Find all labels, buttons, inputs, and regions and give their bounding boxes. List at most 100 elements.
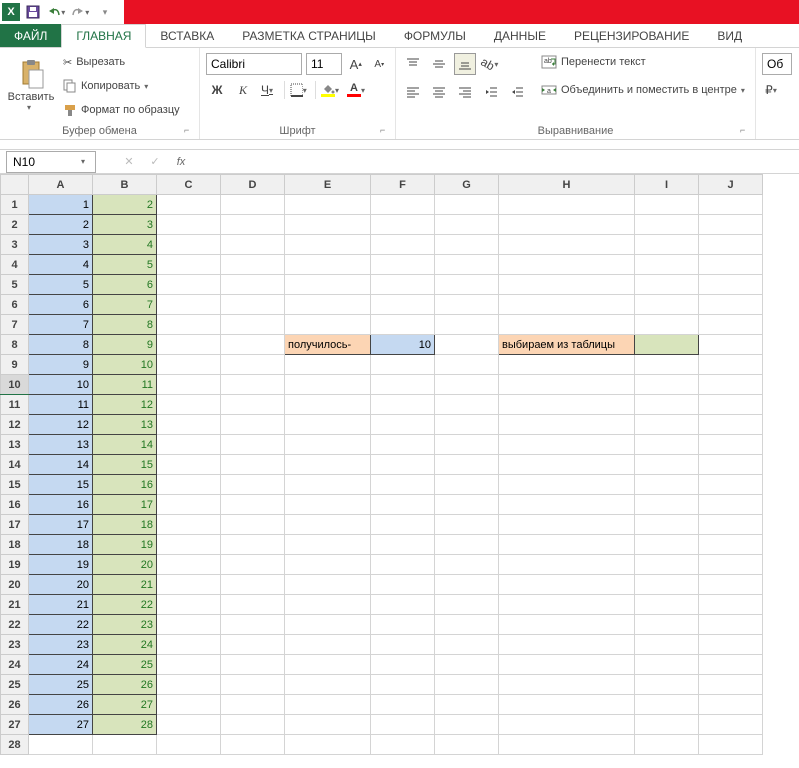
- row-header-25[interactable]: 25: [1, 675, 29, 695]
- tab-insert[interactable]: ВСТАВКА: [146, 24, 228, 47]
- cell-H13[interactable]: [499, 435, 635, 455]
- column-header-A[interactable]: A: [29, 175, 93, 195]
- cell-A14[interactable]: 14: [29, 455, 93, 475]
- cell-C17[interactable]: [157, 515, 221, 535]
- cell-A3[interactable]: 3: [29, 235, 93, 255]
- cell-J23[interactable]: [699, 635, 763, 655]
- cell-B7[interactable]: 8: [93, 315, 157, 335]
- cell-D12[interactable]: [221, 415, 285, 435]
- cell-G9[interactable]: [435, 355, 499, 375]
- cell-G27[interactable]: [435, 715, 499, 735]
- paste-button[interactable]: Вставить ▾: [6, 51, 56, 119]
- save-button[interactable]: [22, 1, 44, 23]
- cell-J24[interactable]: [699, 655, 763, 675]
- fx-button[interactable]: fx: [168, 151, 194, 173]
- align-center-button[interactable]: [428, 81, 450, 103]
- cell-I17[interactable]: [635, 515, 699, 535]
- cell-B17[interactable]: 18: [93, 515, 157, 535]
- cell-H28[interactable]: [499, 735, 635, 755]
- cell-F14[interactable]: [371, 455, 435, 475]
- cell-G4[interactable]: [435, 255, 499, 275]
- cell-D28[interactable]: [221, 735, 285, 755]
- cell-F18[interactable]: [371, 535, 435, 555]
- cell-E17[interactable]: [285, 515, 371, 535]
- cell-E18[interactable]: [285, 535, 371, 555]
- cell-C16[interactable]: [157, 495, 221, 515]
- cell-B25[interactable]: 26: [93, 675, 157, 695]
- cell-G15[interactable]: [435, 475, 499, 495]
- cell-G25[interactable]: [435, 675, 499, 695]
- accept-formula-button[interactable]: ✓: [142, 151, 168, 173]
- cell-F11[interactable]: [371, 395, 435, 415]
- font-launcher[interactable]: ⌐: [380, 125, 392, 137]
- cell-C5[interactable]: [157, 275, 221, 295]
- cell-G24[interactable]: [435, 655, 499, 675]
- number-format-select[interactable]: [762, 53, 792, 75]
- cell-G14[interactable]: [435, 455, 499, 475]
- cell-G13[interactable]: [435, 435, 499, 455]
- row-header-11[interactable]: 11: [1, 395, 29, 415]
- cell-A2[interactable]: 2: [29, 215, 93, 235]
- cell-E4[interactable]: [285, 255, 371, 275]
- cell-J1[interactable]: [699, 195, 763, 215]
- cell-J15[interactable]: [699, 475, 763, 495]
- align-right-button[interactable]: [454, 81, 476, 103]
- cell-E23[interactable]: [285, 635, 371, 655]
- cell-G26[interactable]: [435, 695, 499, 715]
- cell-J25[interactable]: [699, 675, 763, 695]
- cell-E22[interactable]: [285, 615, 371, 635]
- row-header-3[interactable]: 3: [1, 235, 29, 255]
- cell-B21[interactable]: 22: [93, 595, 157, 615]
- tab-home[interactable]: ГЛАВНАЯ: [61, 24, 146, 48]
- row-header-6[interactable]: 6: [1, 295, 29, 315]
- cell-A26[interactable]: 26: [29, 695, 93, 715]
- cell-B5[interactable]: 6: [93, 275, 157, 295]
- qat-customize-button[interactable]: ▾: [94, 1, 116, 23]
- orientation-button[interactable]: ab▾: [480, 53, 502, 75]
- cell-B16[interactable]: 17: [93, 495, 157, 515]
- cell-J20[interactable]: [699, 575, 763, 595]
- cell-A18[interactable]: 18: [29, 535, 93, 555]
- accounting-format-button[interactable]: ₽▾: [762, 79, 784, 101]
- cell-A19[interactable]: 19: [29, 555, 93, 575]
- cell-J5[interactable]: [699, 275, 763, 295]
- cell-H18[interactable]: [499, 535, 635, 555]
- cell-G11[interactable]: [435, 395, 499, 415]
- cell-H9[interactable]: [499, 355, 635, 375]
- cell-I27[interactable]: [635, 715, 699, 735]
- row-header-27[interactable]: 27: [1, 715, 29, 735]
- cell-J8[interactable]: [699, 335, 763, 355]
- cell-C21[interactable]: [157, 595, 221, 615]
- cell-I13[interactable]: [635, 435, 699, 455]
- cell-C12[interactable]: [157, 415, 221, 435]
- column-header-G[interactable]: G: [435, 175, 499, 195]
- cell-D7[interactable]: [221, 315, 285, 335]
- cell-F3[interactable]: [371, 235, 435, 255]
- cell-G18[interactable]: [435, 535, 499, 555]
- cell-A20[interactable]: 20: [29, 575, 93, 595]
- cell-J14[interactable]: [699, 455, 763, 475]
- column-header-I[interactable]: I: [635, 175, 699, 195]
- cell-B15[interactable]: 16: [93, 475, 157, 495]
- cell-G19[interactable]: [435, 555, 499, 575]
- redo-button[interactable]: ▾: [70, 1, 92, 23]
- cell-G7[interactable]: [435, 315, 499, 335]
- tab-file[interactable]: ФАЙЛ: [0, 24, 61, 47]
- cell-C10[interactable]: [157, 375, 221, 395]
- cell-D16[interactable]: [221, 495, 285, 515]
- cell-E6[interactable]: [285, 295, 371, 315]
- cell-E14[interactable]: [285, 455, 371, 475]
- cell-H7[interactable]: [499, 315, 635, 335]
- row-header-28[interactable]: 28: [1, 735, 29, 755]
- cell-H11[interactable]: [499, 395, 635, 415]
- cell-C11[interactable]: [157, 395, 221, 415]
- cell-A8[interactable]: 8: [29, 335, 93, 355]
- cell-J11[interactable]: [699, 395, 763, 415]
- cell-I9[interactable]: [635, 355, 699, 375]
- cell-H17[interactable]: [499, 515, 635, 535]
- cell-A27[interactable]: 27: [29, 715, 93, 735]
- cell-B13[interactable]: 14: [93, 435, 157, 455]
- cell-A4[interactable]: 4: [29, 255, 93, 275]
- cell-B2[interactable]: 3: [93, 215, 157, 235]
- cell-F22[interactable]: [371, 615, 435, 635]
